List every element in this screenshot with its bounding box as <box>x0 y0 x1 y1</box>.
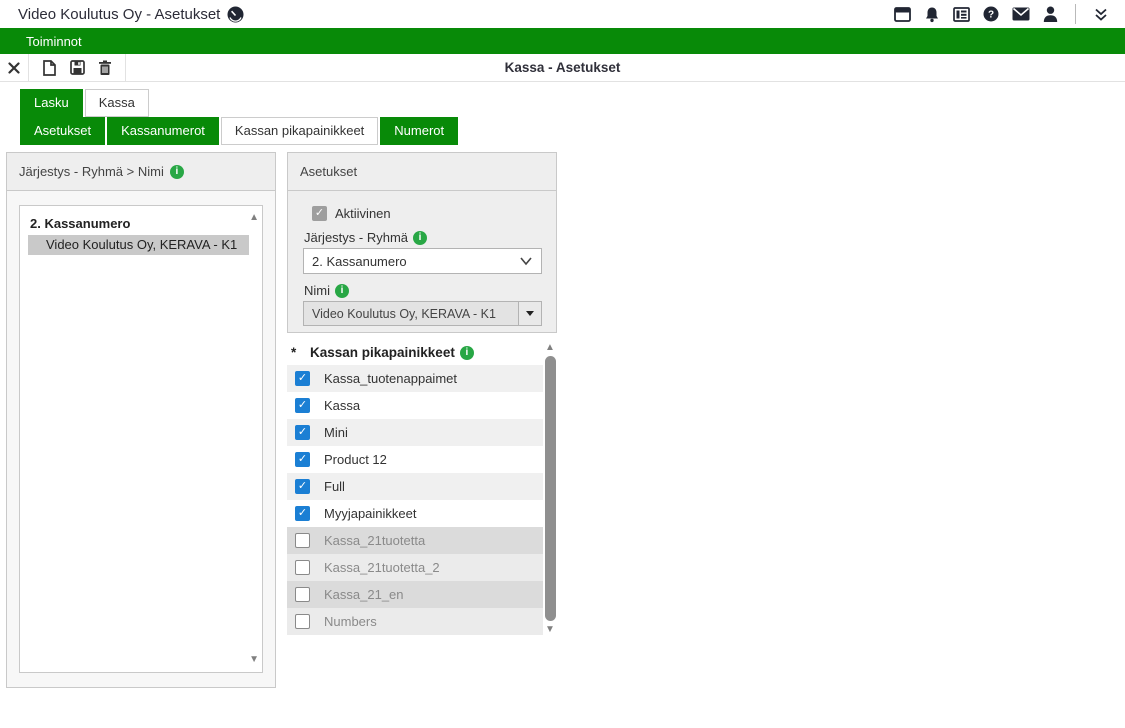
quickbutton-label: Kassa_21tuotetta <box>324 533 425 548</box>
quickbutton-label: Kassa_21tuotetta_2 <box>324 560 440 575</box>
quickbutton-row[interactable]: ✓ Mini <box>287 419 543 446</box>
quickbuttons-list: * Kassan pikapainikkeet i ✓ Kassa_tuotena… <box>287 340 557 635</box>
tabs-level-2: AsetuksetKassanumerotKassan pikapainikke… <box>20 117 460 145</box>
quickbutton-label: Numbers <box>324 614 377 629</box>
quickbuttons-scrollbar[interactable]: ▲ ▼ <box>544 343 557 635</box>
settings-panel: Asetukset ✓ Aktiivinen Järjestys - Ryhmä… <box>287 152 557 333</box>
quickbutton-row[interactable]: Kassa_21tuotetta <box>287 527 543 554</box>
tab-asetukset[interactable]: Asetukset <box>20 117 105 145</box>
name-combo-dropdown-button[interactable] <box>518 302 541 325</box>
group-listbox: ▲ ▼ 2. KassanumeroVideo Koulutus Oy, KER… <box>19 205 263 673</box>
delete-icon[interactable] <box>91 54 119 82</box>
quickbutton-checkbox[interactable]: ✓ <box>295 452 310 467</box>
quickbutton-checkbox[interactable] <box>295 560 310 575</box>
quickbutton-label: Kassa_21_en <box>324 587 404 602</box>
group-select[interactable]: 2. Kassanumero <box>303 248 542 274</box>
quickbutton-label: Mini <box>324 425 348 440</box>
help-icon[interactable]: ? <box>983 6 999 22</box>
quickbutton-label: Product 12 <box>324 452 387 467</box>
quickbutton-row[interactable]: ✓ Kassa <box>287 392 543 419</box>
collapse-chevrons-icon[interactable] <box>1093 7 1109 22</box>
bell-icon[interactable] <box>924 6 940 23</box>
group-select-value: 2. Kassanumero <box>312 254 407 269</box>
settings-panel-header: Asetukset <box>288 153 556 191</box>
toolbar: Kassa - Asetukset <box>0 54 1125 82</box>
tab-lasku[interactable]: Lasku <box>20 89 83 117</box>
list-item[interactable]: Video Koulutus Oy, KERAVA - K1 <box>28 235 249 255</box>
close-icon[interactable] <box>0 54 28 82</box>
group-list-panel: Järjestys - Ryhmä > Nimi i ▲ ▼ 2. Kassan… <box>6 152 276 688</box>
menubar: Toiminnot <box>0 28 1125 54</box>
titlebar-separator <box>1075 4 1076 24</box>
scroll-down-icon[interactable]: ▼ <box>249 655 259 665</box>
new-document-icon[interactable] <box>35 54 63 82</box>
active-checkbox-label: Aktiivinen <box>335 206 391 221</box>
window-title: Video Koulutus Oy - Asetukset <box>18 6 220 23</box>
list-group-label: 2. Kassanumero <box>20 206 262 234</box>
quickbutton-row[interactable]: Numbers <box>287 608 543 635</box>
svg-text:?: ? <box>988 10 994 21</box>
name-combo-value: Video Koulutus Oy, KERAVA - K1 <box>304 302 518 325</box>
gauge-icon[interactable] <box>227 6 244 23</box>
scroll-up-icon[interactable]: ▲ <box>545 343 555 353</box>
scroll-down-icon[interactable]: ▼ <box>545 625 555 635</box>
tab-kassan-pikapainikkeet[interactable]: Kassan pikapainikkeet <box>221 117 378 145</box>
name-field-label: Nimi i <box>304 283 556 298</box>
quickbuttons-header: * Kassan pikapainikkeet i <box>287 340 557 365</box>
group-field-label: Järjestys - Ryhmä i <box>304 230 556 245</box>
quickbutton-label: Myyjapainikkeet <box>324 506 417 521</box>
quickbutton-label: Kassa <box>324 398 360 413</box>
quickbuttons-title: Kassan pikapainikkeet <box>310 345 455 360</box>
save-icon[interactable] <box>63 54 91 82</box>
name-combo[interactable]: Video Koulutus Oy, KERAVA - K1 <box>303 301 542 326</box>
quickbutton-checkbox[interactable]: ✓ <box>295 398 310 413</box>
quickbutton-checkbox[interactable] <box>295 533 310 548</box>
quickbutton-label: Full <box>324 479 345 494</box>
quickbutton-row[interactable]: ✓ Full <box>287 473 543 500</box>
quickbutton-checkbox[interactable] <box>295 587 310 602</box>
quickbutton-row[interactable]: ✓ Kassa_tuotenappaimet <box>287 365 543 392</box>
quickbutton-checkbox[interactable]: ✓ <box>295 506 310 521</box>
info-icon[interactable]: i <box>460 346 474 360</box>
titlebar: Video Koulutus Oy - Asetukset ? <box>0 0 1125 28</box>
active-checkbox[interactable]: ✓ <box>312 206 327 221</box>
quickbutton-checkbox[interactable]: ✓ <box>295 425 310 440</box>
group-list-panel-header: Järjestys - Ryhmä > Nimi i <box>7 153 275 191</box>
tab-numerot[interactable]: Numerot <box>380 117 458 145</box>
mail-icon[interactable] <box>1012 7 1030 21</box>
quickbutton-row[interactable]: ✓ Myyjapainikkeet <box>287 500 543 527</box>
info-icon[interactable]: i <box>335 284 349 298</box>
dropdown-arrow-icon <box>526 311 534 316</box>
quickbutton-checkbox[interactable]: ✓ <box>295 371 310 386</box>
tabs-level-1: LaskuKassa <box>20 89 151 117</box>
info-icon[interactable]: i <box>170 165 184 179</box>
scroll-up-icon[interactable]: ▲ <box>249 213 259 223</box>
toolbar-divider <box>125 54 126 82</box>
settings-header-label: Asetukset <box>300 153 357 190</box>
tab-kassanumerot[interactable]: Kassanumerot <box>107 117 219 145</box>
group-list-header-label: Järjestys - Ryhmä > Nimi <box>19 153 164 190</box>
quickbutton-row[interactable]: Kassa_21_en <box>287 581 543 608</box>
group-field-label-text: Järjestys - Ryhmä <box>304 230 408 245</box>
required-marker: * <box>287 345 310 360</box>
quickbutton-label: Kassa_tuotenappaimet <box>324 371 457 386</box>
quickbutton-checkbox[interactable] <box>295 614 310 629</box>
quickbutton-row[interactable]: Kassa_21tuotetta_2 <box>287 554 543 581</box>
info-icon[interactable]: i <box>413 231 427 245</box>
tab-kassa[interactable]: Kassa <box>85 89 149 117</box>
active-checkbox-row[interactable]: ✓ Aktiivinen <box>304 206 556 221</box>
scrollbar-thumb[interactable] <box>545 356 556 621</box>
toolbar-divider <box>28 54 29 82</box>
chevron-down-icon <box>519 255 533 270</box>
name-field-label-text: Nimi <box>304 283 330 298</box>
page-title: Kassa - Asetukset <box>0 60 1125 75</box>
quickbutton-row[interactable]: ✓ Product 12 <box>287 446 543 473</box>
titlebar-icons: ? <box>894 0 1109 28</box>
menu-item-toiminnot[interactable]: Toiminnot <box>26 34 82 49</box>
quickbutton-checkbox[interactable]: ✓ <box>295 479 310 494</box>
user-icon[interactable] <box>1043 6 1058 22</box>
window-icon[interactable] <box>894 7 911 22</box>
news-icon[interactable] <box>953 7 970 22</box>
